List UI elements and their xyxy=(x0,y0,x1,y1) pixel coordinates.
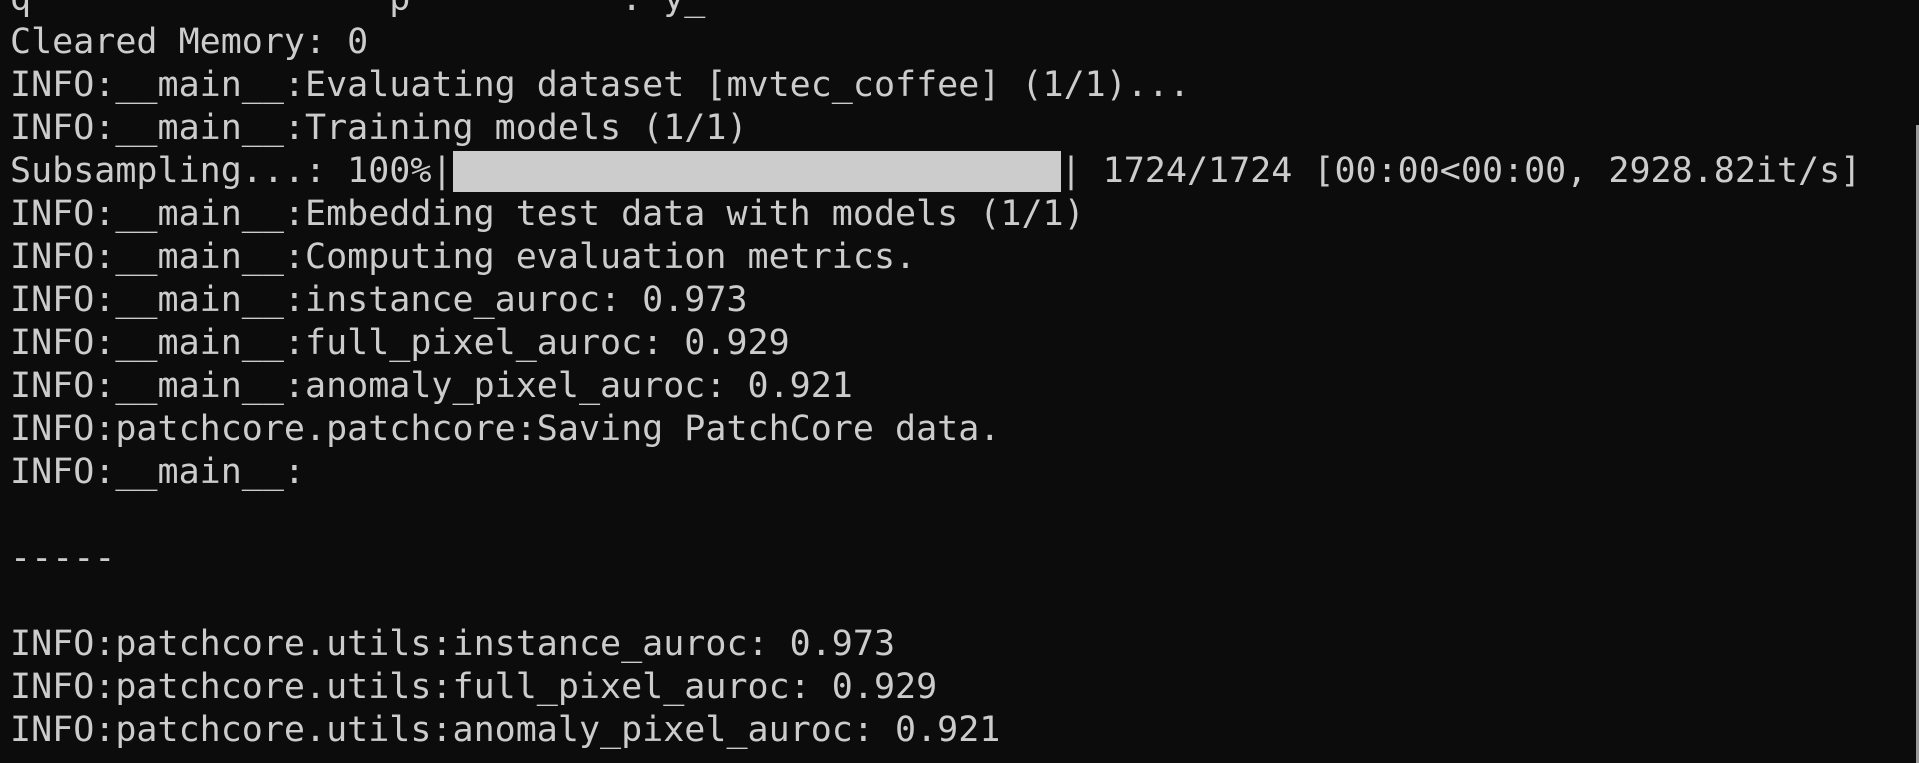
terminal-line: Cleared Memory: 0 xyxy=(10,22,369,62)
scrollbar-track[interactable] xyxy=(1913,0,1919,763)
terminal-line: INFO:patchcore.utils:full_pixel_auroc: 0… xyxy=(10,667,938,707)
progress-suffix: | 1724/1724 [00:00<00:00, 2928.82it/s] xyxy=(1060,151,1862,191)
terminal-separator: ----- xyxy=(10,538,116,578)
terminal-line: INFO:__main__: xyxy=(10,452,306,492)
terminal-output: q p . y_ Cleared Memory: 0 INFO:__main__… xyxy=(10,0,1861,752)
terminal-line: INFO:__main__:anomaly_pixel_auroc: 0.921 xyxy=(10,366,853,406)
terminal-line: INFO:__main__:Evaluating dataset [mvtec_… xyxy=(10,65,1191,105)
terminal-line: INFO:patchcore.patchcore:Saving PatchCor… xyxy=(10,409,1001,449)
terminal-line: INFO:__main__:Training models (1/1) xyxy=(10,108,748,148)
terminal-line: INFO:__main__:full_pixel_auroc: 0.929 xyxy=(10,323,790,363)
terminal-line: INFO:patchcore.utils:anomaly_pixel_auroc… xyxy=(10,710,1001,750)
progress-bar xyxy=(452,151,1061,192)
progress-label: Subsampling...: 100%| xyxy=(10,151,453,191)
terminal-line: INFO:__main__:instance_auroc: 0.973 xyxy=(10,280,748,320)
terminal-line: INFO:__main__:Computing evaluation metri… xyxy=(10,237,917,277)
terminal-line-cut: q p . y_ xyxy=(10,0,1861,21)
progress-line: Subsampling...: 100%| | 1724/1724 [00:00<… xyxy=(10,150,1861,193)
terminal-line: INFO:patchcore.utils:instance_auroc: 0.9… xyxy=(10,624,896,664)
terminal-window[interactable]: q p . y_ Cleared Memory: 0 INFO:__main__… xyxy=(0,0,1919,763)
terminal-line: INFO:__main__:Embedding test data with m… xyxy=(10,194,1085,234)
